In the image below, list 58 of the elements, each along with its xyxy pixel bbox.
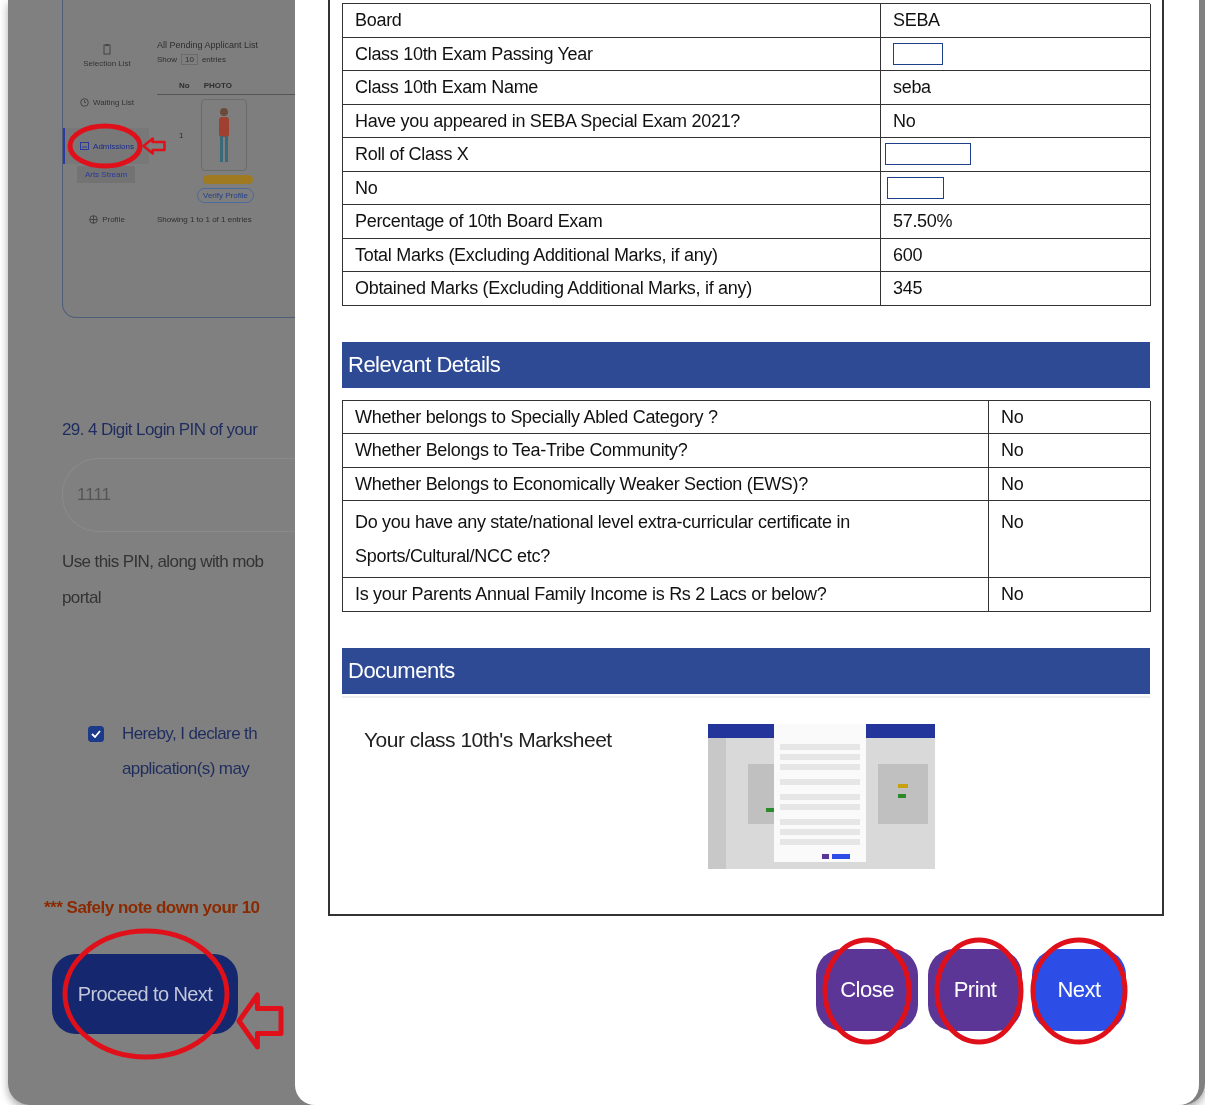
- annotation-arrow: [141, 136, 167, 156]
- field-value: No: [989, 578, 1151, 612]
- field-label: Whether belongs to Specially Abled Category ?: [343, 400, 989, 434]
- section-header: Relevant Details: [342, 341, 1150, 388]
- field-value: SEBA: [881, 4, 1151, 38]
- field-value: seba: [881, 71, 1151, 105]
- field-value: No: [881, 104, 1151, 138]
- field-label: Obtained Marks (Excluding Additional Marks, if any): [343, 272, 881, 306]
- sidebar-subitem[interactable]: Arts Stream: [76, 166, 136, 183]
- entries-footer: Showing 1 to 1 of 1 entries: [157, 215, 295, 224]
- document-label: Your class 10th's Marksheet: [364, 726, 612, 753]
- status-badge: [203, 175, 253, 184]
- declaration-text: Hereby, I declare th application(s) may: [122, 723, 258, 780]
- clipboard-icon: [103, 44, 111, 55]
- field-label: Percentage of 10th Board Exam: [343, 205, 881, 239]
- field-label: Whether Belongs to Economically Weaker Section (EWS)?: [343, 467, 989, 501]
- field-label: Board: [343, 4, 881, 38]
- field-value: 57.50%: [881, 205, 1151, 239]
- person-silhouette-icon: [217, 106, 232, 164]
- declaration-checkbox[interactable]: [88, 726, 104, 742]
- globe-icon: [89, 214, 99, 224]
- field-value: 345: [881, 272, 1151, 306]
- sidebar-item[interactable]: Waiting List: [63, 82, 149, 122]
- field-label: Class 10th Exam Passing Year: [343, 37, 881, 71]
- show-label: Show: [157, 55, 177, 64]
- input-field[interactable]: [887, 176, 944, 199]
- field-label: Whether Belongs to Tea-Tribe Community?: [343, 434, 989, 468]
- field-label: Class 10th Exam Name: [343, 71, 881, 105]
- field-value: No: [989, 434, 1151, 468]
- column-header: PHOTO: [203, 81, 232, 90]
- field-label: Is your Parents Annual Family Income is Rs 2 Lacs or below?: [343, 578, 989, 612]
- field-value: No: [989, 501, 1151, 578]
- entries-label: entries: [201, 55, 226, 64]
- sidebar-item[interactable]: Profile: [63, 199, 149, 239]
- field-label: Total Marks (Excluding Additional Marks, if any): [343, 238, 881, 272]
- list-title: All Pending Applicant List: [157, 40, 260, 50]
- input-field[interactable]: [893, 42, 943, 65]
- checkmark-icon: [91, 730, 101, 738]
- id-card-icon: [80, 142, 90, 150]
- column-header: No: [179, 81, 190, 90]
- page-size-select[interactable]: 10: [181, 54, 198, 65]
- field-label: Have you appeared in SEBA Special Exam 2021?: [343, 104, 881, 138]
- section-header: Documents: [342, 647, 1150, 694]
- question-label: 29. 4 Digit Login PIN of your: [62, 420, 259, 440]
- field-label: Do you have any state/national level extra-curricular certificate in Sports/Cultural/NCC etc?: [343, 501, 989, 578]
- field-value: 600: [881, 238, 1151, 272]
- sidebar-item[interactable]: Selection List: [63, 36, 149, 76]
- proceed-button[interactable]: Proceed to Next: [52, 954, 238, 1034]
- field-value: No: [989, 467, 1151, 501]
- row-number: 1: [179, 130, 184, 140]
- field-label: Roll of Class X: [343, 138, 881, 172]
- field-label: No: [343, 171, 881, 205]
- annotation-arrow: [234, 990, 286, 1052]
- clock-icon: [79, 97, 89, 107]
- pin-hint-text: Use this PIN, along with mob portal: [62, 551, 265, 609]
- warning-text: *** Safely note down your 10: [44, 898, 261, 918]
- input-field[interactable]: [885, 143, 971, 166]
- field-value: No: [989, 400, 1151, 434]
